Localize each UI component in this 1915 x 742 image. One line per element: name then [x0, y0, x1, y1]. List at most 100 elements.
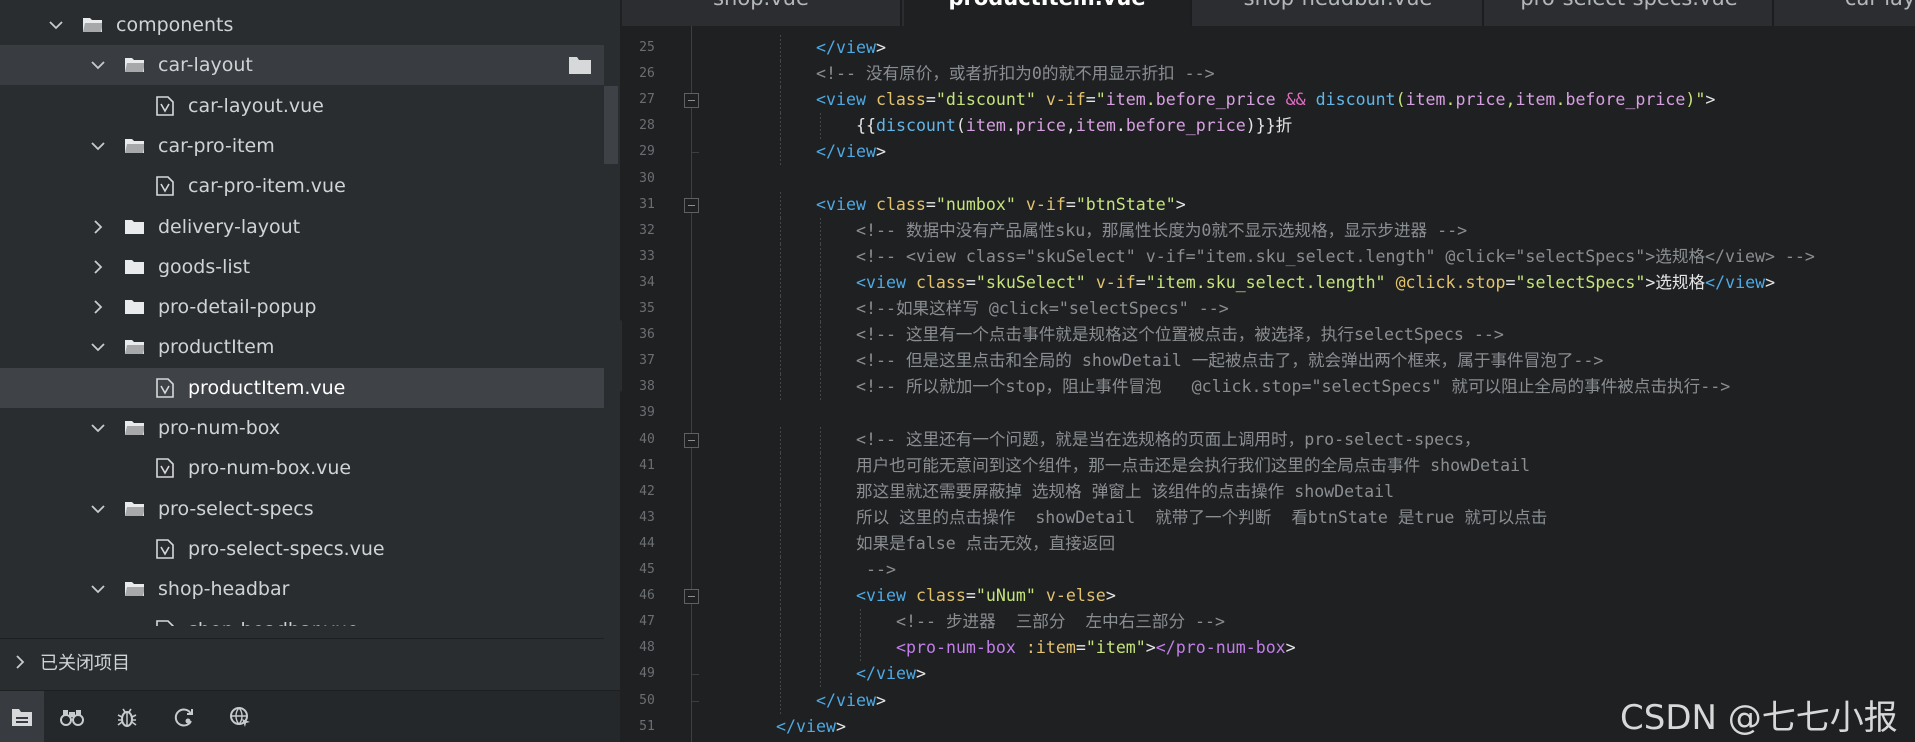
editor-tab[interactable]: pro-select-specs.vue: [1486, 0, 1774, 26]
line-number: 48: [639, 640, 655, 656]
tree-folder-row[interactable]: shop-headbar: [0, 569, 604, 609]
tree-folder-row[interactable]: productItem: [0, 327, 604, 367]
project-manager-button[interactable]: [0, 691, 44, 742]
tree-scrollbar-thumb[interactable]: [604, 86, 618, 164]
folder-action-icon[interactable]: [568, 55, 592, 75]
debug-button[interactable]: [105, 691, 149, 742]
fold-toggle-icon[interactable]: [684, 432, 699, 448]
chevron-down-icon: [49, 21, 63, 30]
fold-guide-line: [691, 26, 692, 742]
line-number: 34: [639, 274, 655, 290]
editor-tab[interactable]: productItem.vue: [904, 0, 1192, 26]
code-line: <!-- 所以就加一个stop，阻止事件冒泡 @click.stop="sele…: [856, 377, 1731, 397]
fold-toggle-icon[interactable]: [684, 197, 699, 213]
git-button[interactable]: [162, 691, 206, 742]
indent-guide: [780, 217, 781, 244]
vue-file-icon: [156, 539, 174, 559]
indent-guide: [820, 609, 821, 636]
indent-guide: [820, 635, 821, 662]
tree-file-row[interactable]: shop-headbar.vue: [0, 610, 604, 626]
editor-tab-label: pro-select-specs.vue: [1486, 0, 1772, 10]
line-number: 41: [639, 457, 655, 473]
tree-item-label: car-pro-item.vue: [188, 175, 346, 198]
code-area[interactable]: </view> <!-- 没有原价，或者折扣为0的就不用显示折扣 --> <view…: [702, 26, 1915, 742]
closed-projects-section[interactable]: 已关闭项目: [0, 638, 604, 684]
line-number: 47: [639, 614, 655, 630]
folder-open-icon: [125, 421, 145, 435]
watermark-text: CSDN @七七小报: [1620, 698, 1898, 738]
code-line: </view>: [816, 142, 886, 162]
code-line: <!-- <view class="skuSelect" v-if="item.…: [856, 246, 1815, 266]
code-line: 所以 这里的点击操作 showDetail 就带了一个判断 看btnState …: [856, 507, 1548, 527]
line-number: 29: [639, 144, 655, 160]
indent-guide: [820, 113, 821, 140]
tree-folder-row[interactable]: pro-num-box: [0, 408, 604, 448]
line-number: 49: [639, 666, 655, 682]
line-number: 37: [639, 353, 655, 369]
indent-guide: [780, 243, 781, 270]
editor-tab[interactable]: shop-headbar.vue: [1194, 0, 1484, 26]
tree-folder-row[interactable]: car-layout: [0, 45, 604, 86]
indent-guide: [820, 322, 821, 349]
tree-item-label: shop-headbar: [158, 578, 290, 601]
tree-item-label: pro-detail-popup: [158, 296, 317, 319]
chevron-right-icon: [16, 654, 25, 669]
code-line: </view>: [776, 716, 846, 736]
indent-guide: [820, 583, 821, 610]
folder-icon: [125, 219, 144, 234]
code-line: </view>: [816, 38, 886, 57]
code-line: <!-- 这里有一个点击事件就是规格这个位置被点击，被选择，执行selectSp…: [856, 325, 1504, 345]
code-line: <view class="discount" v-if="item.before…: [816, 90, 1716, 110]
indent-guide: [820, 269, 821, 296]
project-tree: components car-layout car-layout.vue car-pr…: [0, 0, 604, 626]
tree-folder-row[interactable]: components: [0, 5, 604, 45]
code-line: 用户也可能无意间到这个组件，那一点击还是会执行我们这里的全局点击事件 showD…: [856, 455, 1531, 475]
chevron-down-icon: [91, 61, 105, 70]
tree-item-label: productItem: [158, 336, 275, 359]
line-number: 38: [639, 379, 655, 395]
tree-folder-row[interactable]: pro-detail-popup: [0, 287, 604, 327]
indent-guide: [780, 374, 781, 401]
code-line: </view>: [816, 690, 886, 710]
browse-button[interactable]: [218, 691, 262, 742]
indent-guide: [780, 269, 781, 296]
git-icon: [174, 708, 193, 727]
vue-file-icon: [156, 619, 174, 626]
indent-guide: [780, 504, 781, 531]
tree-file-row[interactable]: car-layout.vue: [0, 86, 604, 126]
editor-tab-bar: shop.vue productItem.vue shop-headbar.vue p…: [622, 0, 1915, 26]
indent-guide: [820, 217, 821, 244]
indent-guide: [780, 530, 781, 557]
chevron-down-icon: [91, 343, 105, 352]
line-number: 28: [639, 118, 655, 134]
tree-folder-row[interactable]: goods-list: [0, 247, 604, 287]
indent-guide: [820, 557, 821, 584]
editor-tab[interactable]: shop.vue: [622, 0, 902, 26]
code-editor[interactable]: 25 26 27 28 29 30 31 32 33 34 35 36 37 38 39 40 41 42 43 44…: [622, 26, 1915, 742]
line-number: 35: [639, 301, 655, 316]
editor-tab-label: car-layout.vue: [1776, 0, 1915, 10]
chevron-right-icon: [94, 300, 103, 314]
fold-toggle-icon[interactable]: [684, 589, 699, 605]
fold-toggle-icon[interactable]: [684, 93, 699, 109]
line-number: 44: [639, 535, 655, 551]
editor-tab-label: shop.vue: [622, 0, 900, 10]
search-button[interactable]: [50, 691, 94, 742]
code-line: <!-- 但是这里点击和全局的 showDetail 一起被点击了，就会弹出两个…: [856, 351, 1604, 371]
code-line: <view class="numbox" v-if="btnState">: [816, 194, 1186, 214]
chevron-right-icon: [94, 219, 103, 234]
tree-file-row[interactable]: pro-num-box.vue: [0, 448, 604, 488]
tree-folder-row[interactable]: pro-select-specs: [0, 489, 604, 529]
indent-guide: [820, 348, 821, 375]
indent-guide: [820, 452, 821, 479]
indent-guide: [780, 61, 781, 88]
editor-tab[interactable]: car-layout.vue: [1776, 0, 1915, 26]
tree-file-row[interactable]: productItem.vue: [0, 367, 604, 408]
code-line: </view>: [856, 664, 926, 684]
code-line: <view class="uNum" v-else>: [856, 586, 1116, 606]
tree-folder-row[interactable]: car-pro-item: [0, 126, 604, 166]
tree-folder-row[interactable]: delivery-layout: [0, 207, 604, 247]
tree-file-row[interactable]: car-pro-item.vue: [0, 166, 604, 206]
tree-file-row[interactable]: pro-select-specs.vue: [0, 529, 604, 569]
line-number: 43: [639, 509, 655, 525]
